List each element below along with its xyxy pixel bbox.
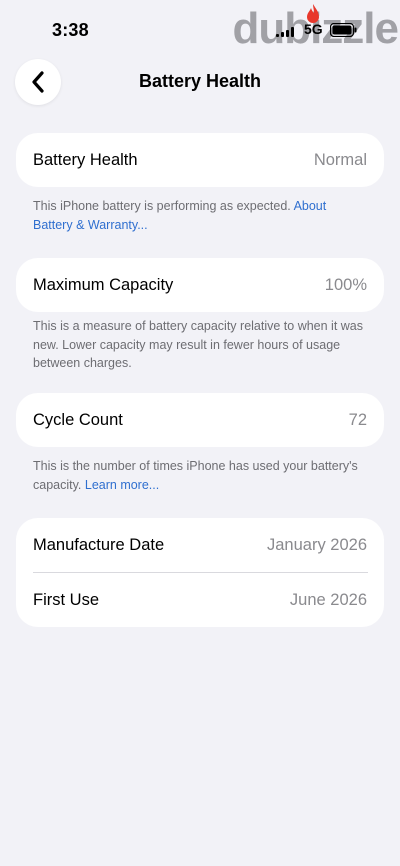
first-use-label: First Use [33, 590, 99, 609]
cycle-count-label: Cycle Count [33, 410, 123, 429]
learn-more-link[interactable]: Learn more... [85, 478, 159, 492]
battery-health-footnote: This iPhone battery is performing as exp… [33, 197, 363, 234]
battery-health-row: Battery Health Normal [16, 133, 384, 187]
maximum-capacity-row: Maximum Capacity 100% [16, 258, 384, 312]
maximum-capacity-label: Maximum Capacity [33, 275, 174, 294]
maximum-capacity-footnote-text: This is a measure of battery capacity re… [33, 319, 364, 370]
first-use-value: June 2026 [289, 590, 367, 609]
battery-icon [330, 23, 357, 37]
maximum-capacity-card: Maximum Capacity 100% [16, 258, 384, 312]
status-bar: 3:38 dubizzle 5G [0, 0, 400, 60]
battery-health-card: Battery Health Normal [16, 133, 384, 187]
manufacture-date-label: Manufacture Date [33, 535, 165, 554]
first-use-row: First Use June 2026 [16, 573, 384, 627]
cycle-count-row: Cycle Count 72 [16, 393, 384, 447]
battery-health-value: Normal [313, 150, 367, 169]
status-right-group: dubizzle 5G [230, 0, 400, 60]
dates-card: Manufacture Date January 2026 First Use … [16, 518, 384, 627]
cellular-signal-icon [276, 27, 294, 37]
battery-health-footnote-text: This iPhone battery is performing as exp… [33, 199, 294, 213]
cycle-count-card: Cycle Count 72 [16, 393, 384, 447]
cycle-count-footnote-text: This is the number of times iPhone has u… [33, 459, 358, 492]
status-time: 3:38 [52, 20, 89, 40]
manufacture-date-row: Manufacture Date January 2026 [16, 518, 384, 572]
manufacture-date-value: January 2026 [267, 535, 367, 554]
page-title: Battery Health [138, 71, 262, 91]
network-type: 5G [304, 21, 323, 37]
maximum-capacity-value: 100% [324, 275, 367, 294]
battery-health-label: Battery Health [33, 150, 138, 169]
cycle-count-value: 72 [348, 410, 367, 429]
cycle-count-footnote: This is the number of times iPhone has u… [33, 457, 363, 494]
maximum-capacity-footnote: This is a measure of battery capacity re… [33, 317, 363, 373]
